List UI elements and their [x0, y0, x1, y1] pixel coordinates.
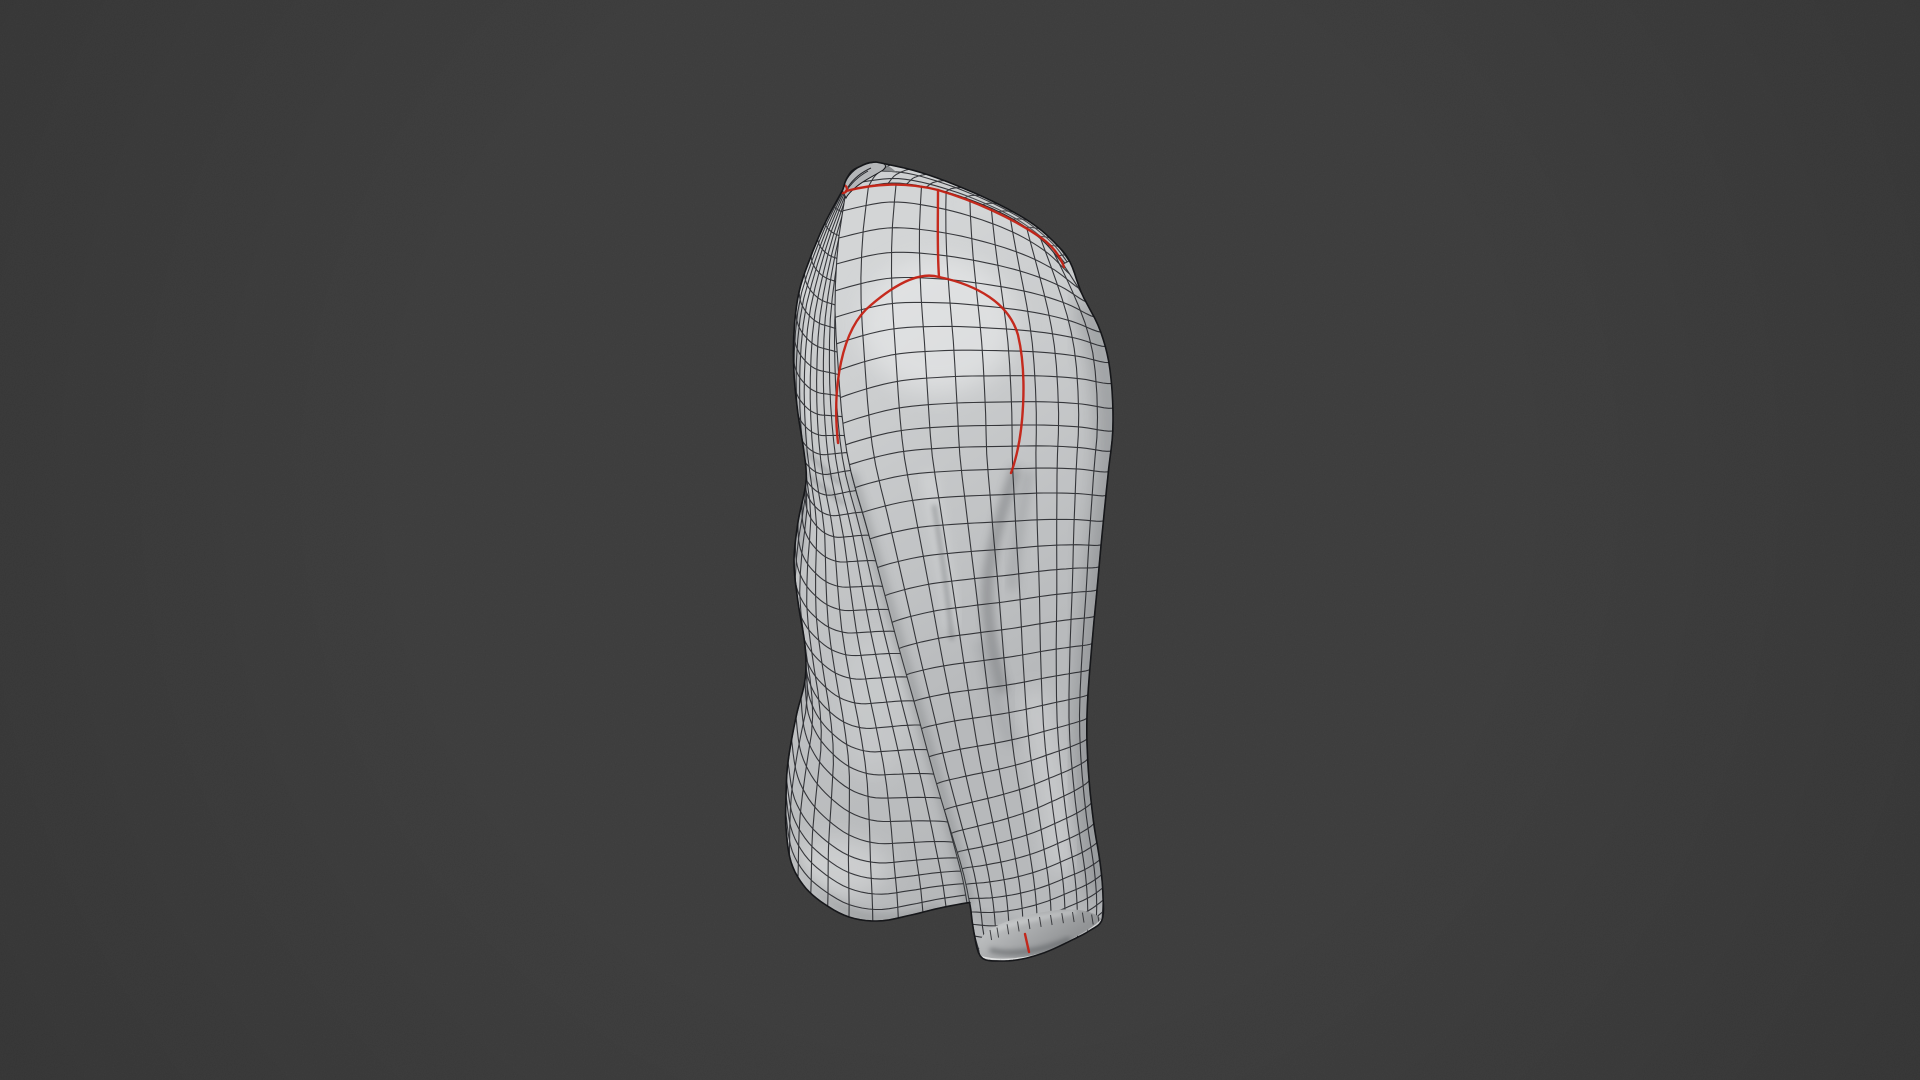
viewport-3d [0, 0, 1920, 1080]
viewport-canvas[interactable] [0, 0, 1920, 1080]
shoulder-vertical-seam [938, 190, 939, 277]
garment-mesh [781, 162, 1113, 961]
